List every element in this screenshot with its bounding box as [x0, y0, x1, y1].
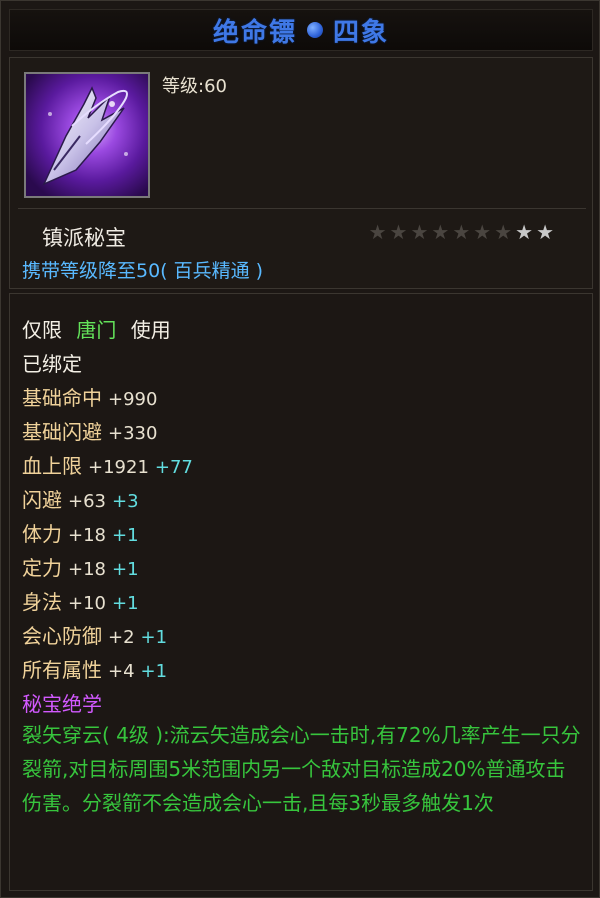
stat-value: +4 — [108, 661, 135, 682]
dart-weapon-icon — [24, 72, 150, 198]
stat-row: 会心防御 +2 +1 — [22, 620, 167, 649]
stat-row: 血上限 +1921 +77 — [22, 450, 193, 479]
stat-value: +2 — [108, 627, 135, 648]
stat-row: 基础闪避 +330 — [22, 416, 157, 445]
stat-name: 基础命中 — [22, 386, 102, 410]
stat-bonus: +1 — [140, 627, 168, 648]
stat-name: 闪避 — [22, 488, 62, 512]
stat-value: +18 — [68, 559, 106, 580]
sect-restriction: 仅限 唐门 使用 — [22, 314, 171, 343]
stat-bonus: +3 — [112, 491, 139, 512]
stat-row: 体力 +18 +1 — [22, 518, 139, 547]
star-icon: ★ — [515, 220, 534, 244]
restriction-suffix: 使用 — [130, 318, 171, 342]
star-icon: ★ — [389, 220, 408, 244]
stat-value: +1921 — [88, 457, 149, 478]
carry-level-note: 携带等级降至50( 百兵精通 ) — [22, 260, 264, 282]
star-icon: ★ — [473, 220, 492, 244]
skill-header: 秘宝绝学 — [22, 692, 102, 716]
star-icon: ★ — [536, 220, 554, 244]
restriction-prefix: 仅限 — [22, 318, 62, 342]
stat-value: +10 — [68, 593, 106, 614]
star-icon: ★ — [410, 220, 429, 244]
divider — [18, 208, 586, 209]
stat-name: 基础闪避 — [22, 420, 102, 444]
stat-bonus: +1 — [112, 559, 139, 580]
title-dot-icon — [307, 22, 323, 38]
item-tooltip: 绝命镖 四象 等级:60 镇派秘宝 ★ ★ ★ ★ ★ ★ ★ ★ ★ 携带等级… — [0, 0, 600, 898]
stat-name: 定力 — [22, 556, 62, 580]
stat-row: 基础命中 +990 — [22, 382, 157, 411]
stat-row: 定力 +18 +1 — [22, 552, 139, 581]
stat-bonus: +1 — [140, 661, 168, 682]
item-category: 镇派秘宝 — [42, 226, 126, 250]
stat-value: +63 — [68, 491, 106, 512]
item-name: 绝命镖 — [212, 17, 297, 48]
stat-row: 身法 +10 +1 — [22, 586, 139, 615]
star-icon: ★ — [431, 220, 450, 244]
star-icon: ★ — [368, 220, 387, 244]
stat-value: +990 — [108, 389, 158, 410]
stat-bonus: +1 — [112, 525, 139, 546]
stat-row: 所有属性 +4 +1 — [22, 654, 167, 683]
stat-name: 血上限 — [22, 454, 82, 478]
stat-name: 体力 — [22, 522, 62, 546]
stat-name: 身法 — [22, 590, 62, 614]
bound-status: 已绑定 — [22, 352, 82, 376]
item-header: 等级:60 镇派秘宝 ★ ★ ★ ★ ★ ★ ★ ★ ★ 携带等级降至50( 百兵精通 ) — [9, 57, 593, 289]
stat-name: 会心防御 — [22, 624, 102, 648]
star-rating: ★ ★ ★ ★ ★ ★ ★ ★ ★ — [369, 222, 554, 242]
stat-bonus: +77 — [154, 457, 193, 478]
star-icon: ★ — [452, 220, 471, 244]
stat-row: 闪避 +63 +3 — [22, 484, 139, 513]
stat-value: +330 — [108, 423, 158, 444]
stat-value: +18 — [68, 525, 106, 546]
title-bar: 绝命镖 四象 — [9, 9, 593, 51]
stats-panel: 仅限 唐门 使用 已绑定 基础命中 +990 基础闪避 +330 血上限 +1921 +77… — [9, 293, 593, 891]
level-label: 等级:60 — [162, 76, 227, 97]
item-suffix: 四象 — [333, 17, 390, 48]
star-icon: ★ — [494, 220, 513, 244]
skill-description: 裂矢穿云( 4级 ):流云矢造成会心一击时,有72%几率产生一只分裂箭,对目标周… — [22, 723, 581, 815]
restriction-sect: 唐门 — [76, 318, 117, 342]
stat-name: 所有属性 — [22, 658, 102, 682]
stat-bonus: +1 — [112, 593, 139, 614]
